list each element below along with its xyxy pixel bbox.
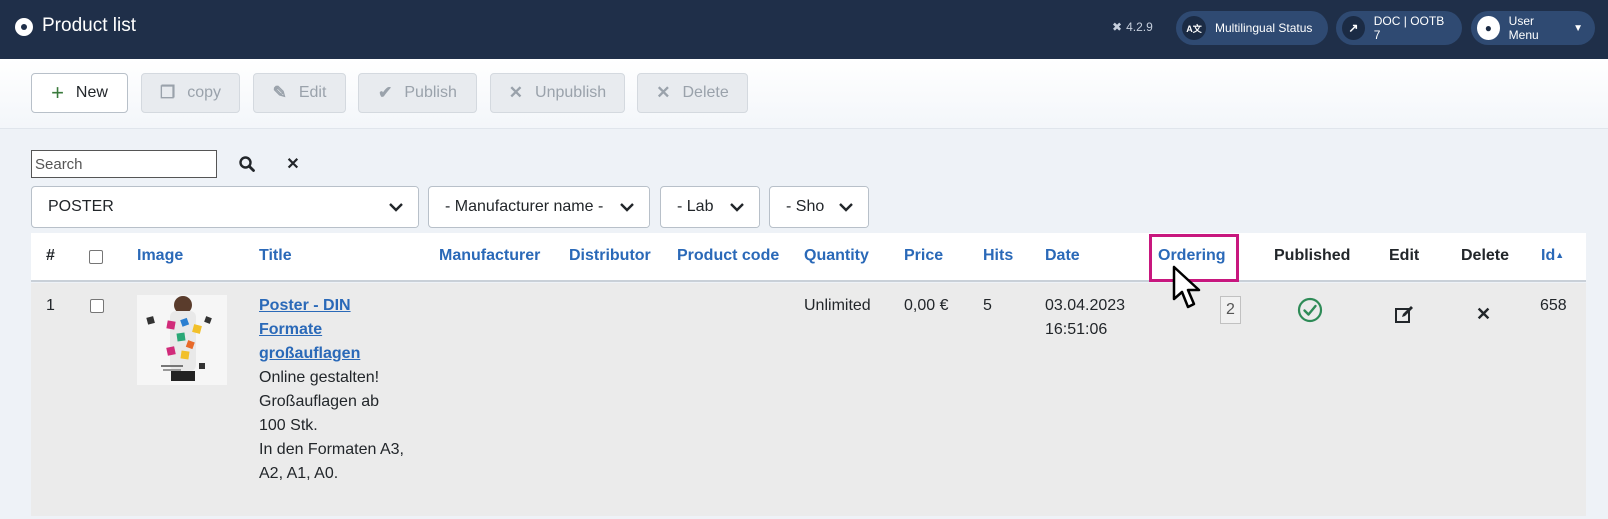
column-num: # bbox=[46, 247, 55, 264]
x-icon: ✕ bbox=[656, 83, 671, 102]
table-header: # Image Title Manufacturer Distributor P… bbox=[31, 233, 1586, 282]
select-all-checkbox[interactable] bbox=[89, 250, 103, 264]
delete-icon[interactable]: ✕ bbox=[1476, 304, 1491, 325]
id-cell: 658 bbox=[1540, 297, 1567, 314]
label-select[interactable]: - Lab bbox=[660, 186, 760, 228]
price-cell: 0,00 € bbox=[904, 297, 949, 314]
chevron-down-icon bbox=[715, 187, 759, 227]
description-line: In den Formaten A3, bbox=[259, 441, 404, 458]
search-icon bbox=[239, 156, 255, 172]
label-select-value: - Lab bbox=[677, 198, 714, 215]
row-checkbox[interactable] bbox=[90, 299, 104, 313]
unpublish-label: Unpublish bbox=[535, 84, 607, 101]
product-title-link[interactable]: Poster - DIN Formate großauflagen bbox=[259, 294, 419, 366]
column-id[interactable]: Id▲ bbox=[1541, 247, 1564, 265]
product-image[interactable] bbox=[137, 295, 227, 385]
category-select[interactable]: POSTER bbox=[31, 186, 419, 228]
new-button[interactable]: + New bbox=[31, 73, 128, 113]
row-number: 1 bbox=[46, 297, 55, 314]
column-date[interactable]: Date bbox=[1045, 247, 1080, 265]
unpublish-button[interactable]: ✕ Unpublish bbox=[490, 73, 625, 113]
chevron-down-icon: ▼ bbox=[1573, 22, 1583, 34]
column-price[interactable]: Price bbox=[904, 247, 943, 265]
column-title[interactable]: Title bbox=[259, 247, 292, 265]
joomla-logo-icon[interactable] bbox=[15, 18, 33, 36]
description-line: A2, A1, A0. bbox=[259, 465, 339, 482]
multilingual-status-label: Multilingual Status bbox=[1215, 21, 1313, 35]
category-select-value: POSTER bbox=[48, 198, 114, 215]
chevron-down-icon bbox=[605, 187, 649, 227]
product-title-cell: Poster - DIN Formate großauflagen Online… bbox=[259, 294, 419, 486]
column-published: Published bbox=[1274, 247, 1351, 264]
joomla-icon: ✖ bbox=[1112, 20, 1123, 34]
copy-button[interactable]: ❐ copy bbox=[141, 73, 240, 113]
publish-label: Publish bbox=[404, 84, 457, 101]
manufacturer-select[interactable]: - Manufacturer name - bbox=[428, 186, 650, 228]
external-link-icon: ↗ bbox=[1342, 16, 1365, 40]
copy-label: copy bbox=[187, 84, 222, 101]
language-icon: A文 bbox=[1182, 16, 1206, 40]
column-manufacturer[interactable]: Manufacturer bbox=[439, 247, 540, 265]
user-avatar-icon: ● bbox=[1477, 16, 1500, 40]
top-header: Product list ✖ 4.2.9 A文 Multilingual Sta… bbox=[0, 0, 1608, 59]
new-label: New bbox=[75, 84, 108, 101]
search-input[interactable] bbox=[31, 150, 217, 178]
time-value: 16:51:06 bbox=[1045, 321, 1108, 338]
ordering-input[interactable]: 2 bbox=[1220, 296, 1241, 324]
column-id-label: Id bbox=[1541, 247, 1556, 264]
product-title-line: Formate bbox=[259, 321, 323, 338]
clear-search-button[interactable]: ✕ bbox=[283, 152, 303, 176]
publish-button[interactable]: ✔ Publish bbox=[358, 73, 477, 113]
date-cell: 03.04.2023 16:51:06 bbox=[1045, 294, 1125, 342]
doc-site-button[interactable]: ↗ DOC | OOTB 7 bbox=[1336, 11, 1462, 45]
column-product-code[interactable]: Product code bbox=[677, 247, 779, 265]
version-label: ✖ 4.2.9 bbox=[1112, 20, 1153, 34]
page-title: Product list bbox=[42, 15, 136, 36]
delete-label: Delete bbox=[682, 84, 729, 101]
product-description: Online gestalten! Großauflagen ab 100 St… bbox=[259, 366, 419, 486]
multilingual-status-button[interactable]: A文 Multilingual Status bbox=[1176, 11, 1328, 45]
check-icon: ✔ bbox=[378, 83, 393, 102]
x-icon: ✕ bbox=[508, 83, 524, 102]
edit-label: Edit bbox=[298, 84, 327, 101]
quantity-cell: Unlimited bbox=[804, 297, 871, 314]
edit-icon: ✎ bbox=[272, 83, 287, 102]
product-title-line: großauflagen bbox=[259, 345, 361, 362]
description-line: 100 Stk. bbox=[259, 417, 318, 434]
edit-button[interactable]: ✎ Edit bbox=[253, 73, 346, 113]
mouse-pointer-icon bbox=[1172, 265, 1201, 309]
column-edit: Edit bbox=[1389, 247, 1420, 264]
sort-ascending-icon: ▲ bbox=[1555, 250, 1565, 260]
delete-button[interactable]: ✕ Delete bbox=[637, 73, 748, 113]
copy-icon: ❐ bbox=[159, 83, 176, 102]
user-menu-label: User Menu bbox=[1508, 14, 1539, 42]
description-line: Großauflagen ab bbox=[259, 393, 380, 410]
description-line: Online gestalten! bbox=[259, 369, 380, 386]
close-icon: ✕ bbox=[286, 156, 300, 173]
column-distributor[interactable]: Distributor bbox=[569, 247, 651, 265]
chevron-down-icon bbox=[824, 187, 868, 227]
user-menu-button[interactable]: ● User Menu ▼ bbox=[1471, 11, 1595, 45]
published-check-icon[interactable] bbox=[1297, 297, 1323, 323]
search-button[interactable] bbox=[236, 152, 258, 176]
show-select-value: - Sho bbox=[786, 198, 825, 215]
chevron-down-icon bbox=[374, 187, 418, 227]
column-hits[interactable]: Hits bbox=[983, 247, 1013, 265]
date-value: 03.04.2023 bbox=[1045, 297, 1126, 314]
edit-icon[interactable] bbox=[1394, 305, 1414, 325]
toolbar: + New ❐ copy ✎ Edit ✔ Publish ✕ Unpublis… bbox=[0, 59, 1608, 129]
column-quantity[interactable]: Quantity bbox=[804, 247, 869, 265]
column-delete: Delete bbox=[1461, 247, 1510, 264]
doc-site-label: DOC | OOTB 7 bbox=[1373, 14, 1445, 42]
manufacturer-select-value: - Manufacturer name - bbox=[445, 198, 604, 215]
product-title-line: Poster - DIN bbox=[259, 297, 351, 314]
show-select[interactable]: - Sho bbox=[769, 186, 869, 228]
hits-cell: 5 bbox=[983, 297, 992, 314]
plus-icon: + bbox=[51, 80, 64, 105]
poster-thumbnail-image bbox=[137, 295, 227, 385]
version-text: 4.2.9 bbox=[1126, 20, 1153, 34]
column-image[interactable]: Image bbox=[137, 247, 183, 265]
